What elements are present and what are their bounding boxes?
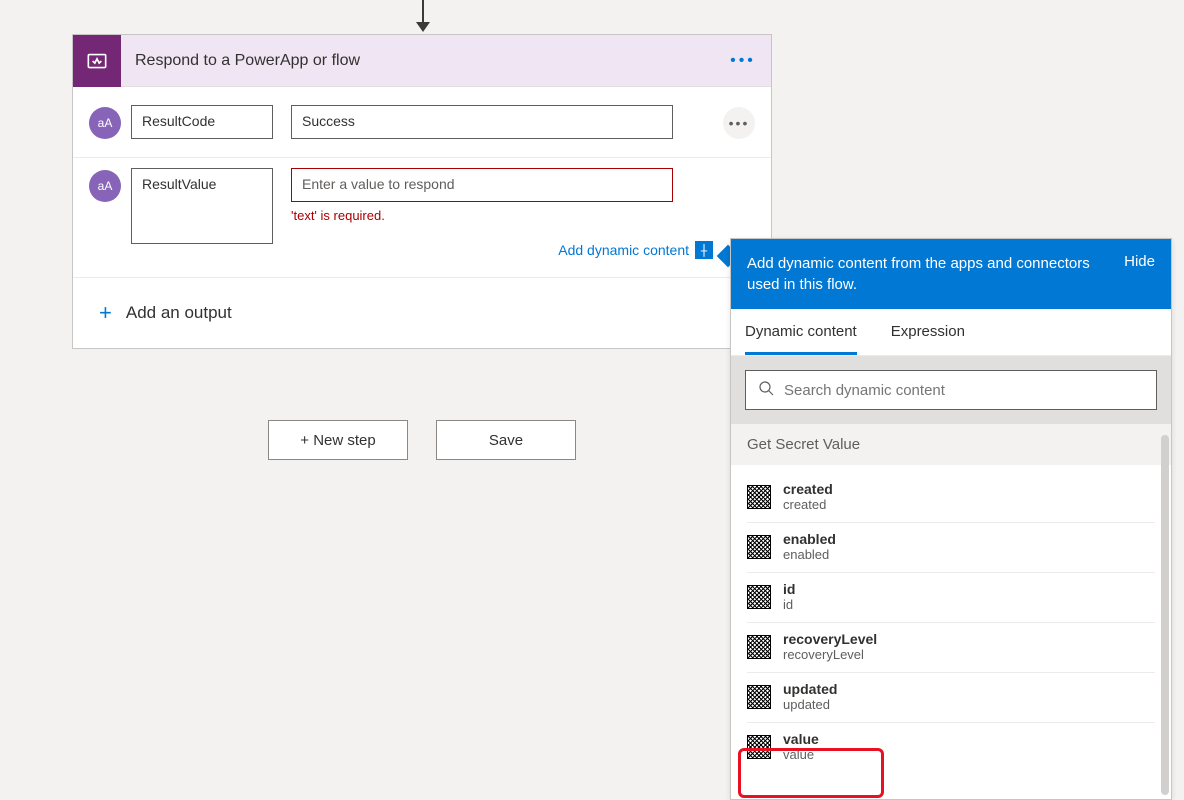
text-type-badge: aA [89, 170, 121, 202]
plus-icon: + [99, 300, 112, 326]
dc-item-name: id [783, 581, 795, 597]
scrollbar[interactable] [1161, 435, 1169, 795]
dc-section-header: Get Secret Value [731, 424, 1171, 465]
flow-arrow-connector [416, 0, 430, 34]
dc-item-desc: enabled [783, 547, 836, 562]
action-menu-button[interactable]: ••• [723, 41, 763, 81]
add-output-label: Add an output [126, 303, 232, 323]
action-card-respond: Respond to a PowerApp or flow ••• aA Res… [72, 34, 772, 349]
panel-header: Add dynamic content from the apps and co… [731, 239, 1171, 309]
add-dynamic-content-link[interactable]: Add dynamic content +∣ [558, 241, 713, 259]
dc-item-updated[interactable]: updatedupdated [747, 673, 1155, 723]
placeholder-text: Enter a value to respond [302, 176, 455, 192]
search-icon [758, 380, 774, 401]
dc-item-desc: value [783, 747, 819, 762]
tab-dynamic-content[interactable]: Dynamic content [745, 309, 857, 355]
tab-expression[interactable]: Expression [891, 309, 965, 355]
dc-item-name: updated [783, 681, 837, 697]
dc-item-created[interactable]: createdcreated [747, 473, 1155, 523]
output-row: aA ResultCode Success ••• [89, 95, 755, 157]
output-row: aA ResultValue Enter a value to respond … [89, 158, 755, 277]
new-step-button[interactable]: + New step [268, 420, 408, 460]
add-output-button[interactable]: + Add an output [73, 277, 771, 348]
save-button[interactable]: Save [436, 420, 576, 460]
dynamic-content-panel: Add dynamic content from the apps and co… [730, 238, 1172, 800]
keyvault-icon [747, 585, 771, 609]
validation-error: 'text' is required. [291, 208, 713, 223]
dc-item-name: recoveryLevel [783, 631, 877, 647]
keyvault-icon [747, 735, 771, 759]
action-title: Respond to a PowerApp or flow [121, 52, 723, 70]
output-name-input[interactable]: ResultCode [131, 105, 273, 139]
dc-item-id[interactable]: idid [747, 573, 1155, 623]
panel-hide-button[interactable]: Hide [1124, 253, 1155, 270]
dc-item-name: value [783, 731, 819, 747]
dc-item-desc: recoveryLevel [783, 647, 877, 662]
dc-item-desc: updated [783, 697, 837, 712]
dc-item-value[interactable]: valuevalue [747, 723, 1155, 772]
keyvault-icon [747, 635, 771, 659]
dc-item-enabled[interactable]: enabledenabled [747, 523, 1155, 573]
dc-item-name: created [783, 481, 833, 497]
search-box[interactable] [745, 370, 1157, 410]
dc-item-name: enabled [783, 531, 836, 547]
keyvault-icon [747, 485, 771, 509]
output-row-menu[interactable]: ••• [723, 107, 755, 139]
panel-message: Add dynamic content from the apps and co… [747, 253, 1108, 295]
action-card-header[interactable]: Respond to a PowerApp or flow ••• [73, 35, 771, 87]
flow-action-buttons: + New step Save [268, 420, 576, 460]
dynamic-content-icon: +∣ [695, 241, 713, 259]
dc-item-desc: id [783, 597, 795, 612]
dc-list: createdcreated enabledenabled idid recov… [731, 465, 1171, 772]
keyvault-icon [747, 535, 771, 559]
keyvault-icon [747, 685, 771, 709]
output-value-input[interactable]: Success [291, 105, 673, 139]
text-type-badge: aA [89, 107, 121, 139]
search-input[interactable] [784, 382, 1144, 399]
powerapps-icon [73, 35, 121, 87]
dc-item-recoverylevel[interactable]: recoveryLevelrecoveryLevel [747, 623, 1155, 673]
add-dynamic-content-label: Add dynamic content [558, 242, 689, 258]
panel-tabs: Dynamic content Expression [731, 309, 1171, 356]
search-bar [731, 356, 1171, 424]
output-value-input[interactable]: Enter a value to respond [291, 168, 673, 202]
output-name-input[interactable]: ResultValue [131, 168, 273, 244]
dc-item-desc: created [783, 497, 833, 512]
